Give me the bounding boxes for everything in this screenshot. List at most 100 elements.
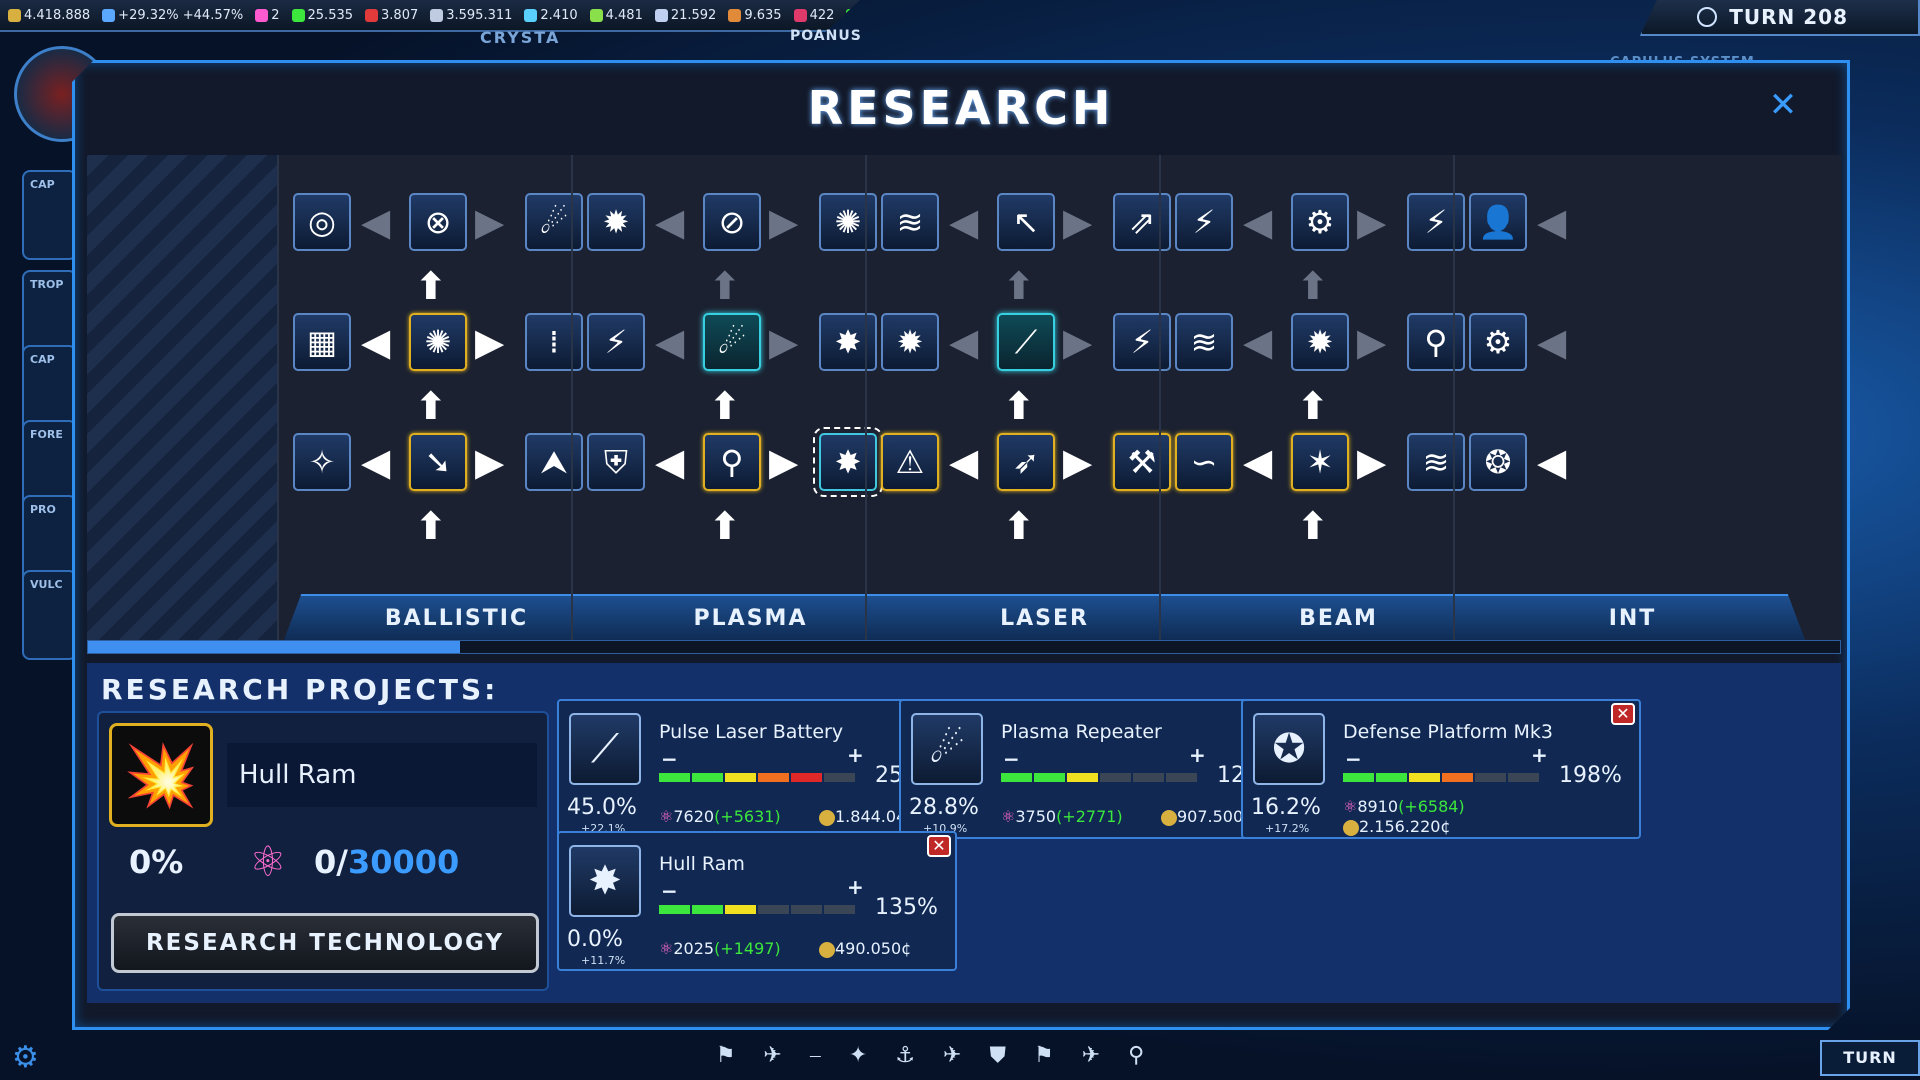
tech-node-icon[interactable]: ⊘ (703, 193, 761, 251)
project-card[interactable]: ☄Plasma Repeater✕−+125%28.8%+10.9%⚛3750(… (899, 699, 1299, 839)
resource-item: 3.807 (365, 8, 418, 23)
tech-node-icon[interactable]: ✧ (293, 433, 351, 491)
tech-node-icon[interactable]: ∽ (1175, 433, 1233, 491)
resource-value: 9.635 (744, 7, 782, 23)
project-card[interactable]: ⟋Pulse Laser Battery✕−+254%45.0%+22.1%⚛7… (557, 699, 957, 839)
tech-node-icon[interactable]: ⛨ (587, 433, 645, 491)
tech-node-icon[interactable]: 👤 (1469, 193, 1527, 251)
side-tab[interactable]: VULC (22, 570, 77, 660)
toolbar-button-icon[interactable]: ⛊ (989, 1043, 1006, 1068)
toolbar-button-icon[interactable]: ⚑ (1034, 1043, 1054, 1068)
remove-project-button[interactable]: ✕ (1611, 703, 1635, 725)
tech-node-icon[interactable]: ⚙ (1469, 313, 1527, 371)
globe-icon[interactable] (1697, 7, 1718, 27)
priority-bar[interactable] (659, 905, 855, 914)
approval-icon (365, 8, 379, 22)
toolbar-button-icon[interactable]: ⎯ (810, 1043, 821, 1068)
resource-value: 4.481 (605, 7, 643, 23)
arrow-left-icon: ◀ (1243, 200, 1273, 244)
tech-node-icon[interactable]: ◎ (293, 193, 351, 251)
tech-node-icon[interactable]: ⚡ (587, 313, 645, 371)
toolbar-button-icon[interactable]: ⚑ (716, 1043, 736, 1068)
tech-node-icon[interactable]: ❂ (1469, 433, 1527, 491)
priority-increase-button[interactable]: + (1189, 743, 1206, 767)
credits-icon (1161, 810, 1177, 826)
food-icon (589, 8, 603, 22)
column-header-int[interactable]: INT (1460, 594, 1805, 640)
toolbar-button-icon[interactable]: ✈ (763, 1043, 781, 1068)
toolbar-button-icon[interactable]: ⚲ (1128, 1043, 1144, 1068)
remove-project-button[interactable]: ✕ (927, 835, 951, 857)
gem-icon (793, 8, 807, 22)
priority-increase-button[interactable]: + (1531, 743, 1548, 767)
priority-increase-button[interactable]: + (847, 875, 864, 899)
tech-node-icon[interactable]: ↖ (997, 193, 1055, 251)
priority-increase-button[interactable]: + (847, 743, 864, 767)
toolbar-button-icon[interactable]: ✦ (849, 1043, 867, 1068)
arrow-left-icon: ◀ (655, 200, 685, 244)
planet-tab-poanus[interactable]: POANUS (790, 28, 862, 44)
science-gain: (+5631) (714, 807, 781, 826)
tree-scrollbar[interactable] (87, 640, 1841, 654)
tech-node-icon[interactable]: ✹ (881, 313, 939, 371)
energy-icon (524, 8, 538, 22)
tech-node-icon[interactable]: ⚲ (703, 433, 761, 491)
arrow-left-icon: ◀ (949, 200, 979, 244)
close-button[interactable]: ✕ (1759, 85, 1807, 125)
tech-node-icon[interactable]: ≋ (881, 193, 939, 251)
tech-node-icon[interactable]: ▦ (293, 313, 351, 371)
tech-node-icon[interactable]: ➶ (997, 433, 1055, 491)
resource-item: 9.635 (728, 7, 782, 23)
scrollbar-thumb[interactable] (88, 641, 460, 653)
project-card[interactable]: ✸ Hull Ram ✕ − +135% 0.0% +11.7% ⚛2025(+1497) 49… (557, 831, 957, 971)
side-tab[interactable]: CAP (22, 170, 77, 260)
arrow-right-icon: ▶ (769, 320, 799, 364)
priority-segment (1166, 773, 1197, 782)
tech-node-icon[interactable]: ✹ (587, 193, 645, 251)
toolbar-button-icon[interactable]: ⚓ (895, 1043, 915, 1068)
end-turn-button[interactable]: TURN (1820, 1040, 1920, 1076)
arrow-left-icon: ◀ (655, 320, 685, 364)
priority-decrease-button[interactable]: − (661, 879, 678, 903)
tech-node-icon[interactable]: ⚙ (1291, 193, 1349, 251)
science-cost: ⚛7620(+5631) (659, 807, 781, 826)
priority-bar[interactable] (659, 773, 855, 782)
arrow-left-icon: ◀ (949, 320, 979, 364)
tech-node-icon[interactable]: ✹ (1291, 313, 1349, 371)
credits-icon (1343, 820, 1359, 836)
toolbar-button-icon[interactable]: ✈ (1082, 1043, 1100, 1068)
arrow-up-icon: ⬆ (709, 264, 741, 308)
toolbar-button-icon[interactable]: ✈ (943, 1043, 961, 1068)
tech-node-icon[interactable]: ☄ (703, 313, 761, 371)
tech-node-icon[interactable]: ⊗ (409, 193, 467, 251)
priority-decrease-button[interactable]: − (1003, 747, 1020, 771)
window-title: RESEARCH (807, 81, 1115, 135)
settings-gear-icon[interactable]: ⚙ (12, 1040, 39, 1075)
priority-decrease-button[interactable]: − (1345, 747, 1362, 771)
project-card[interactable]: ✪ Defense Platform Mk3 ✕ − +198% 16.2% +17.2% ⚛… (1241, 699, 1641, 839)
tech-node-icon[interactable]: ⚡ (1175, 193, 1233, 251)
tech-node-icon[interactable]: ➘ (409, 433, 467, 491)
tech-node-icon[interactable]: ⚠ (881, 433, 939, 491)
research-technology-button[interactable]: RESEARCH TECHNOLOGY (111, 913, 539, 973)
tech-node-icon[interactable]: ✶ (1291, 433, 1349, 491)
hull-ram-icon: ✸ (569, 845, 641, 917)
priority-segment (692, 773, 723, 782)
arrow-up-icon: ⬆ (415, 264, 447, 308)
industry-icon (430, 8, 444, 22)
arrow-up-icon: ⬆ (1297, 264, 1329, 308)
tech-node-icon[interactable]: ⟋ (997, 313, 1055, 371)
research-tree[interactable]: BALLISTIC ◎ ⊗ ☄ ◀ ▶ ⬆ ▦ ✺ ⁞ ◀ ▶ ⬆ ✧ ➘ ⮝ ◀ ▶ ⬆ PLASMA ✹ ⊘ ✺ ◀ ▶ ⬆ ⚡… (87, 155, 1841, 640)
credits-icon (819, 810, 835, 826)
priority-decrease-button[interactable]: − (661, 747, 678, 771)
project-name: Hull Ram (659, 853, 745, 875)
arrow-right-icon: ▶ (1357, 200, 1387, 244)
tech-node-icon[interactable]: ✺ (409, 313, 467, 371)
credit-value: 2.156.220¢ (1359, 817, 1451, 836)
bottom-toolbar: ⚑ ✈ ⎯ ✦ ⚓ ✈ ⛊ ⚑ ✈ ⚲ (610, 1030, 1250, 1080)
tech-node-icon[interactable]: ≋ (1175, 313, 1233, 371)
planet-tab-crysta[interactable]: CRYSTA (480, 28, 560, 47)
priority-bar[interactable] (1001, 773, 1197, 782)
science-cost: ⚛8910(+6584) (1343, 797, 1465, 816)
priority-bar[interactable] (1343, 773, 1539, 782)
